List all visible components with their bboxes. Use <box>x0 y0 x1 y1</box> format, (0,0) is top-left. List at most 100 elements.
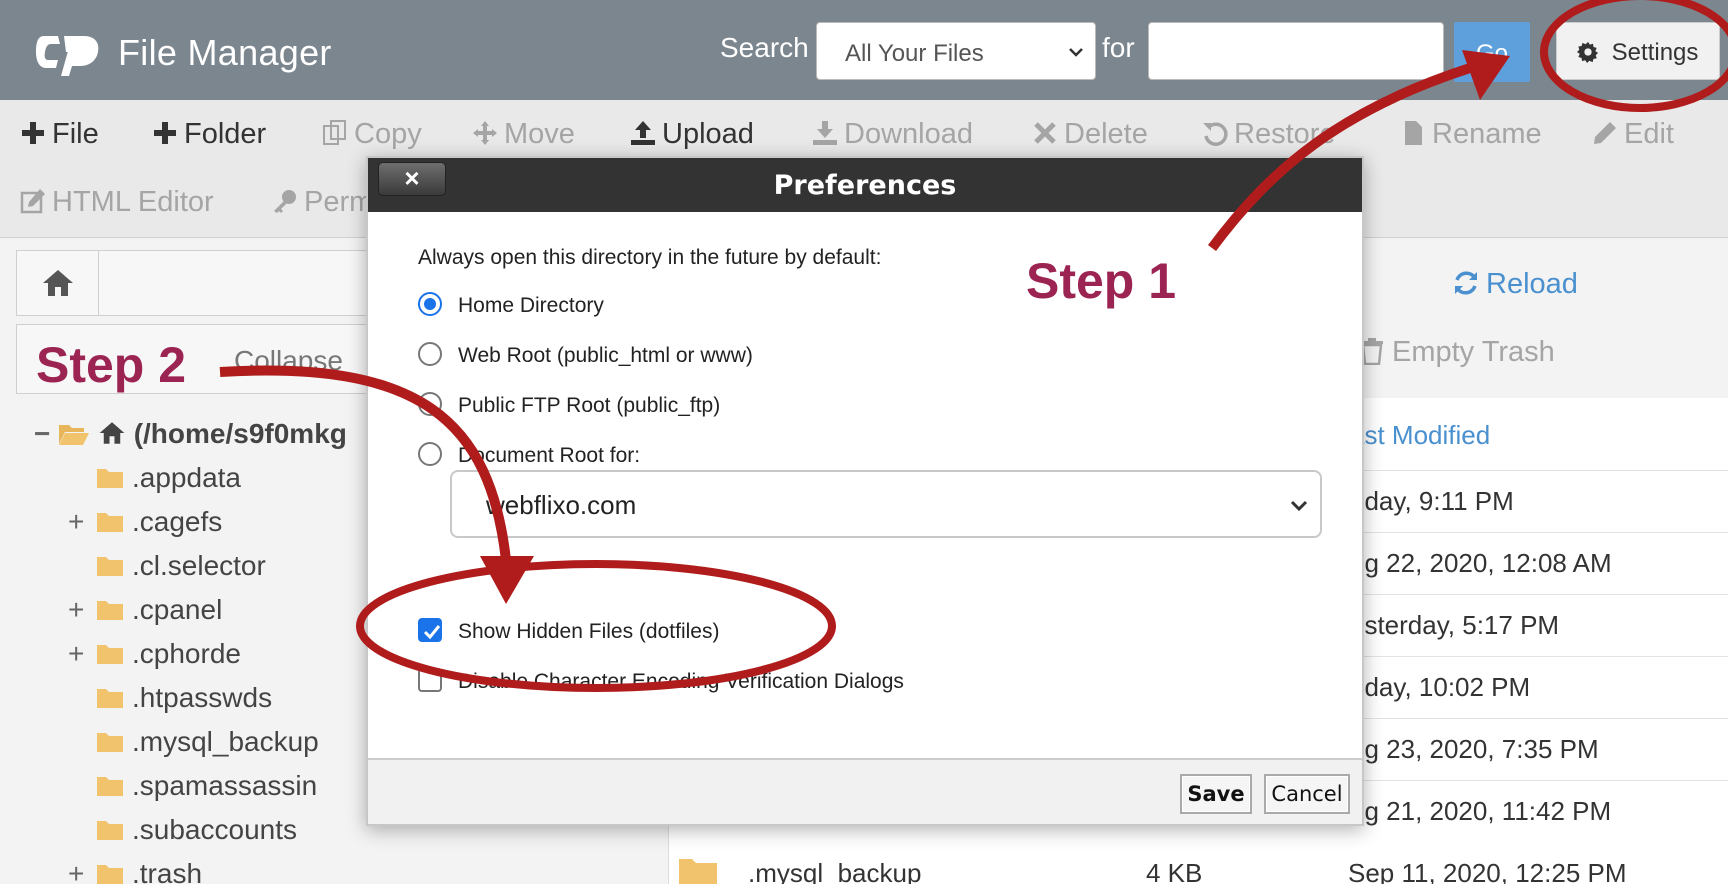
tree-item[interactable]: .mysql_backup <box>96 726 319 758</box>
home-icon <box>43 270 73 296</box>
file-row-modified: oday, 9:11 PM <box>1350 486 1514 516</box>
folder-icon <box>97 733 123 752</box>
new-file-button[interactable]: File <box>20 118 99 151</box>
copy-label: Copy <box>354 118 422 150</box>
folder-icon <box>679 859 717 884</box>
plus-icon <box>22 122 44 144</box>
download-button[interactable]: Download <box>812 118 973 151</box>
tree-item[interactable]: .subaccounts <box>96 814 297 846</box>
tree-item-label: .mysql_backup <box>132 726 319 757</box>
reload-label: Reload <box>1486 268 1578 300</box>
upload-icon <box>631 121 655 145</box>
folder-icon <box>97 821 123 840</box>
delete-button[interactable]: Delete <box>1032 118 1148 151</box>
folder-icon <box>97 513 123 532</box>
top-header: File Manager Search All Your Files for G… <box>0 0 1728 100</box>
disable-encoding-dialogs-label: Disable Character Encoding Verification … <box>458 670 904 693</box>
last-modified-column-header[interactable]: ast Modified <box>1350 420 1490 451</box>
tree-item[interactable]: + .cphorde <box>68 638 241 670</box>
tree-item[interactable]: + .cagefs <box>68 506 223 538</box>
new-folder-button[interactable]: Folder <box>152 118 266 151</box>
radio-public-ftp-root[interactable] <box>418 392 442 416</box>
plus-icon <box>154 122 176 144</box>
copy-button[interactable]: Copy <box>322 118 422 151</box>
radio-public-ftp-root-label: Public FTP Root (public_ftp) <box>458 394 721 417</box>
chevron-down-icon <box>1290 500 1308 512</box>
dialog-footer: Save Cancel <box>368 758 1362 824</box>
upload-label: Upload <box>662 118 754 150</box>
expand-plus-icon[interactable]: + <box>68 638 84 670</box>
preferences-dialog: Preferences × Always open this directory… <box>366 156 1364 826</box>
edit-square-icon <box>20 189 45 214</box>
radio-document-root-label: Document Root for: <box>458 444 641 467</box>
show-hidden-files-checkbox[interactable] <box>418 618 442 642</box>
html-editor-label: HTML Editor <box>52 186 214 218</box>
go-button[interactable]: Go <box>1454 22 1530 82</box>
tree-item[interactable]: + .trash <box>68 858 202 884</box>
download-label: Download <box>844 118 973 150</box>
folder-icon <box>97 645 123 664</box>
file-icon <box>1405 121 1422 145</box>
delete-label: Delete <box>1064 118 1148 150</box>
restore-button[interactable]: Restore <box>1202 118 1336 151</box>
file-row-modified: ug 23, 2020, 7:35 PM <box>1350 734 1599 764</box>
radio-document-root[interactable] <box>418 442 442 466</box>
reload-button[interactable]: Reload <box>1452 268 1578 301</box>
undo-icon <box>1203 122 1228 146</box>
save-button[interactable]: Save <box>1180 774 1252 814</box>
tree-item[interactable]: .appdata <box>96 462 241 494</box>
tree-item-label: .appdata <box>132 462 241 493</box>
tree-item-label: .cl.selector <box>132 550 266 581</box>
search-scope-select[interactable]: All Your Files <box>816 22 1096 80</box>
expand-plus-icon[interactable]: + <box>68 858 84 884</box>
tree-item-label: .subaccounts <box>132 814 297 845</box>
radio-web-root[interactable] <box>418 342 442 366</box>
move-button[interactable]: Move <box>472 118 575 151</box>
tree-root[interactable]: − (/home/s9f0mkg <box>34 418 347 450</box>
document-root-select[interactable]: webflixo.com <box>450 470 1322 538</box>
default-dir-intro: Always open this directory in the future… <box>418 246 882 269</box>
home-button[interactable] <box>17 251 99 315</box>
cancel-button[interactable]: Cancel <box>1264 774 1350 814</box>
key-icon <box>274 190 296 213</box>
tree-item-label: .cphorde <box>132 638 241 669</box>
file-row-modified: ug 21, 2020, 11:42 PM <box>1350 796 1612 826</box>
html-editor-button[interactable]: HTML Editor <box>20 186 214 219</box>
radio-home-directory-label: Home Directory <box>458 294 604 317</box>
edit-label: Edit <box>1624 118 1674 150</box>
expand-plus-icon[interactable]: + <box>68 594 84 626</box>
tree-item-label: .cagefs <box>132 506 223 537</box>
document-root-value: webflixo.com <box>486 490 637 520</box>
tree-item[interactable]: .spamassassin <box>96 770 317 802</box>
permissions-button[interactable]: Perm <box>272 186 373 219</box>
show-hidden-files-label: Show Hidden Files (dotfiles) <box>458 620 720 643</box>
rename-button[interactable]: Rename <box>1400 118 1542 151</box>
settings-label: Settings <box>1611 39 1699 66</box>
tree-root-label: (/home/s9f0mkg <box>133 418 347 449</box>
disable-encoding-dialogs-checkbox[interactable] <box>418 668 442 692</box>
file-row-name[interactable]: .mysql_backup <box>748 858 921 884</box>
checkmark-icon <box>423 625 441 640</box>
tree-item[interactable]: .cl.selector <box>96 550 266 582</box>
empty-trash-button[interactable]: Empty Trash <box>1360 336 1555 369</box>
collapse-all-link[interactable]: Collapse <box>234 345 343 377</box>
step-1-annotation: Step 1 <box>1026 253 1177 309</box>
tree-item[interactable]: .htpasswds <box>96 682 272 714</box>
edit-button[interactable]: Edit <box>1592 118 1674 151</box>
empty-trash-label: Empty Trash <box>1392 336 1555 368</box>
download-icon <box>813 121 837 145</box>
file-row-modified: oday, 10:02 PM <box>1350 672 1531 702</box>
folder-open-icon <box>59 425 90 445</box>
folder-icon <box>97 865 123 884</box>
expand-plus-icon[interactable]: + <box>68 506 84 538</box>
settings-button[interactable]: Settings <box>1556 22 1720 80</box>
file-row-modified: Sep 11, 2020, 12:25 PM <box>1348 858 1627 884</box>
close-button[interactable]: × <box>378 162 446 196</box>
chevron-down-icon <box>1069 48 1083 57</box>
file-row-size: 4 KB <box>1146 858 1203 884</box>
tree-item[interactable]: + .cpanel <box>68 594 222 626</box>
app-title: File Manager <box>118 32 332 73</box>
search-input[interactable] <box>1148 22 1444 80</box>
radio-home-directory[interactable] <box>418 292 442 316</box>
upload-button[interactable]: Upload <box>630 118 754 151</box>
